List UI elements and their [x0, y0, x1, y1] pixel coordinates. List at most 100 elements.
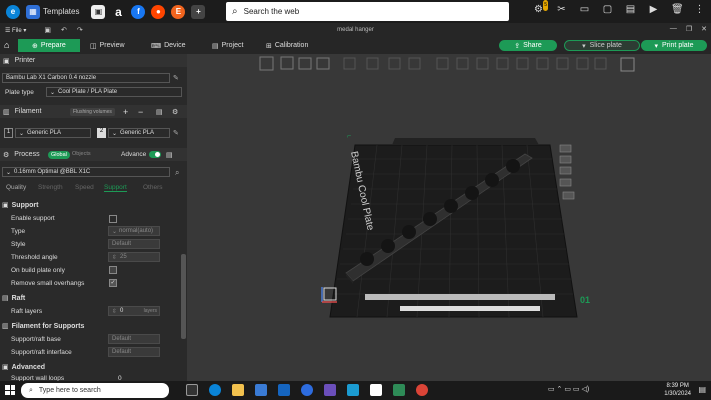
file-explorer-icon[interactable]	[232, 384, 244, 396]
plate-info-strip	[400, 306, 540, 311]
objects-toggle[interactable]: Objects	[72, 151, 91, 157]
filament-settings-icon[interactable]: ▤	[156, 108, 163, 116]
gallery-icon[interactable]: ▣	[91, 4, 106, 19]
app-n-icon[interactable]	[370, 384, 382, 396]
screen-icon[interactable]: ▢	[602, 4, 613, 15]
minimize-icon[interactable]: —	[670, 25, 677, 33]
tab-support[interactable]: Support	[104, 184, 127, 192]
enable-support-checkbox[interactable]	[109, 215, 117, 223]
plate-settings-icon	[559, 178, 572, 187]
filament-section-header[interactable]: ▥ Filament Flushing volumes + − ▤ ⚙	[0, 105, 187, 118]
tab-others[interactable]: Others	[143, 184, 163, 191]
filament-gear-icon[interactable]: ⚙	[172, 108, 178, 116]
advance-switch[interactable]	[149, 151, 161, 158]
notifications-icon[interactable]: ▤	[698, 385, 706, 394]
plate-type-select[interactable]: ⌄ Cool Plate / PLA Plate	[46, 87, 182, 97]
slice-plate-button[interactable]: ▾ Slice plate	[564, 40, 640, 51]
filament-edit-icon[interactable]: ✎	[173, 129, 179, 137]
add-object-icon	[259, 56, 274, 71]
remove-small-overhangs-checkbox[interactable]: ✓	[109, 279, 117, 287]
support-header: Support	[11, 201, 39, 209]
remove-filament-icon[interactable]: −	[138, 107, 143, 117]
close-icon[interactable]: ✕	[701, 25, 707, 33]
search-settings-icon[interactable]: ⌕	[175, 168, 179, 178]
layers-icon	[366, 57, 379, 70]
support-style-select[interactable]: Default	[108, 239, 160, 249]
view-toolbar[interactable]	[259, 56, 635, 72]
add-tab-icon[interactable]: +	[191, 4, 206, 19]
trash-icon[interactable]: 🗑	[671, 4, 684, 15]
share-button[interactable]: ⇪ Share	[499, 40, 557, 51]
raft-layers-input[interactable]: ⇳ 0 layers	[108, 306, 160, 316]
flushing-volumes-button[interactable]: Flushing volumes	[70, 108, 115, 116]
app-grid-icon[interactable]	[324, 384, 336, 396]
process-section-header[interactable]: ⚙ Process Global Objects Advance ▤	[0, 148, 187, 161]
plate-controls[interactable]	[559, 144, 575, 200]
on-build-plate-checkbox[interactable]	[109, 266, 117, 274]
print-plate-button[interactable]: ▾ Print plate	[641, 40, 707, 51]
task-view-icon[interactable]	[186, 384, 198, 396]
store-icon[interactable]	[255, 384, 267, 396]
play-icon[interactable]: ▶	[648, 4, 659, 15]
tab-calibration[interactable]: ⊞ Calibration	[266, 39, 308, 52]
filament-1-index: 1	[4, 128, 13, 138]
support-type-select[interactable]: ⌄ normal(auto)	[108, 226, 160, 236]
support-base-select[interactable]: Default	[108, 334, 160, 344]
app-d-icon[interactable]	[301, 384, 313, 396]
reddit-icon[interactable]: ●	[151, 4, 166, 19]
sidebar-scrollbar[interactable]	[181, 254, 186, 339]
etsy-icon[interactable]: E	[171, 4, 186, 19]
edge-taskbar-icon[interactable]	[209, 384, 221, 396]
printer-icon: ▣	[3, 57, 10, 65]
chrome-icon[interactable]	[416, 384, 428, 396]
split-icon	[343, 57, 356, 70]
mail-icon[interactable]	[278, 384, 290, 396]
support-base-value: Default	[112, 336, 132, 342]
facebook-icon[interactable]: f	[131, 4, 146, 19]
taskbar-search[interactable]: ⌕ Type here to search	[21, 383, 169, 398]
web-search-box[interactable]: ⌕ Search the web	[226, 2, 509, 21]
raft-layers-value: 0	[120, 308, 124, 314]
printer-header: Printer	[14, 57, 36, 64]
printer-select[interactable]: Bambu Lab X1 Carbon 0.4 nozzle	[2, 73, 170, 83]
maximize-icon[interactable]: ❐	[686, 25, 692, 33]
scissors-icon[interactable]: ✂	[556, 4, 567, 15]
seam-paint-icon	[556, 57, 569, 70]
clock[interactable]: 8:39 PM 1/30/2024	[664, 382, 691, 398]
printer-section-header[interactable]: ▣ Printer	[0, 54, 187, 67]
tab-preview[interactable]: ◫ Preview	[90, 39, 125, 52]
clipboard-icon[interactable]: ▤	[625, 4, 636, 15]
amazon-icon[interactable]: a	[111, 5, 125, 19]
tab-device[interactable]: ⌨ Device	[151, 39, 186, 52]
support-interface-select[interactable]: Default	[108, 347, 160, 357]
windows-start-icon[interactable]	[5, 385, 15, 395]
tab-prepare[interactable]: ⊕ Prepare	[18, 39, 80, 52]
app-green-icon[interactable]	[393, 384, 405, 396]
tab-speed[interactable]: Speed	[75, 184, 94, 191]
plate-number[interactable]: 01	[580, 295, 590, 305]
remove-small-overhangs-label: Remove small overhangs	[11, 280, 85, 287]
home-icon[interactable]: ⌂	[4, 40, 9, 50]
filament-2-select[interactable]: ⌄ Generic PLA	[108, 128, 170, 138]
templates-icon[interactable]: ▦	[26, 4, 40, 19]
process-compare-icon[interactable]: ▤	[166, 151, 173, 159]
prepare-icon: ⊕	[32, 42, 38, 50]
process-preset-select[interactable]: ⌄ 0.16mm Optimal @BBL X1C	[2, 167, 170, 177]
edge-logo-icon[interactable]: e	[6, 4, 20, 19]
tab-quality[interactable]: Quality	[6, 184, 26, 191]
rewards-icon[interactable]: ⚙ 5	[533, 0, 548, 15]
filament-1-select[interactable]: ⌄ Generic PLA	[15, 128, 91, 138]
app-photo-icon[interactable]	[347, 384, 359, 396]
filament-supports-section-header: ▥ Filament for Supports	[0, 320, 187, 332]
global-toggle[interactable]: Global	[48, 151, 70, 159]
printer-edit-icon[interactable]: ✎	[173, 74, 179, 82]
add-filament-icon[interactable]: +	[123, 107, 128, 117]
tab-strength[interactable]: Strength	[38, 184, 63, 191]
camera-icon[interactable]: ▭	[579, 4, 590, 15]
threshold-input[interactable]: ⇳ 25	[108, 252, 160, 262]
templates-tab-label[interactable]: Templates	[43, 7, 79, 16]
3d-viewport[interactable]: Bambu Cool Plate 01 ⌐	[187, 54, 711, 381]
more-icon[interactable]: ⋮	[694, 4, 705, 15]
system-tray[interactable]: ▭ ⌃ ▭ ▭ ◁)	[548, 385, 589, 393]
tab-project[interactable]: ▤ Project	[212, 39, 243, 52]
